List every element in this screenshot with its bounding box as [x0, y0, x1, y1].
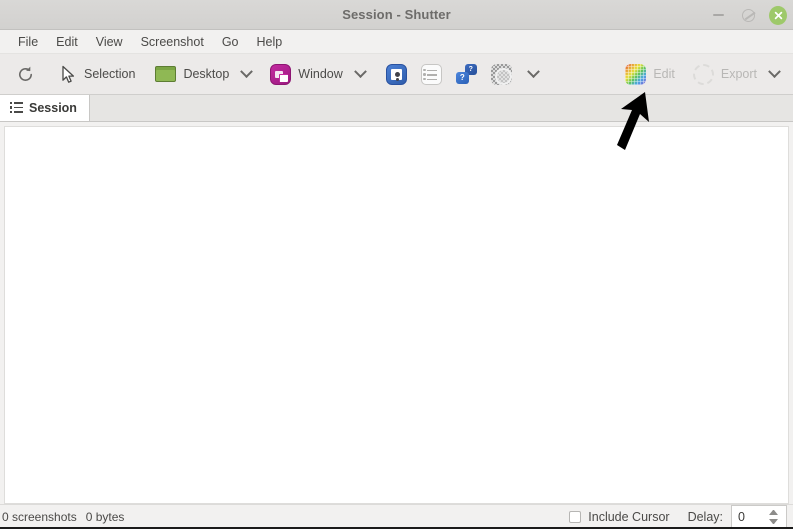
desktop-label: Desktop: [183, 67, 230, 81]
session-canvas-area: [0, 122, 793, 504]
toolbar: Selection Desktop Window ?? Edit Export: [0, 54, 793, 95]
desktop-dropdown-button[interactable]: [236, 64, 257, 83]
export-circle-icon: [692, 63, 714, 85]
maximize-button[interactable]: [739, 6, 757, 24]
redo-capture-button[interactable]: [484, 60, 519, 89]
menu-file[interactable]: File: [9, 33, 47, 51]
delay-decrement-icon[interactable]: [769, 519, 778, 524]
menu-help[interactable]: Help: [248, 33, 292, 51]
close-icon: [769, 5, 787, 25]
web-icon: [385, 63, 407, 85]
tooltip-capture-button[interactable]: ??: [449, 60, 484, 89]
tooltip-question-icon: ??: [455, 63, 477, 85]
status-bar: 0 screenshots 0 bytes Include Cursor Del…: [0, 504, 793, 529]
chevron-down-icon: [526, 64, 540, 78]
window-icon: [270, 63, 292, 85]
screenshot-list-canvas[interactable]: [4, 126, 789, 504]
delay-label: Delay:: [687, 510, 723, 524]
include-cursor-label[interactable]: Include Cursor: [588, 510, 669, 524]
window-label: Window: [298, 67, 343, 81]
include-cursor-checkbox[interactable]: [569, 511, 582, 523]
window-dropdown-button[interactable]: [350, 64, 371, 83]
edit-button[interactable]: Edit: [618, 60, 682, 89]
window-controls: [709, 0, 787, 30]
total-size: 0 bytes: [85, 510, 125, 524]
web-capture-button[interactable]: [379, 60, 414, 89]
delay-spinner-buttons: [769, 506, 782, 528]
window-title: Session - Shutter: [342, 7, 451, 22]
title-bar: Session - Shutter: [0, 0, 793, 30]
export-label: Export: [720, 67, 757, 81]
menu-bar: File Edit View Screenshot Go Help: [0, 30, 793, 54]
tab-session[interactable]: Session: [0, 94, 90, 121]
edit-palette-icon: [625, 63, 647, 85]
menu-screenshot[interactable]: Screenshot: [132, 33, 213, 51]
export-button[interactable]: Export: [686, 60, 764, 89]
toolbar-more-dropdown-button[interactable]: [523, 64, 544, 83]
refresh-button[interactable]: [8, 61, 43, 88]
window-button[interactable]: Window: [263, 60, 349, 89]
selection-button[interactable]: Selection: [53, 61, 142, 88]
tab-bar: Session: [0, 94, 793, 122]
menu-go[interactable]: Go: [213, 33, 248, 51]
menu-view[interactable]: View: [87, 33, 132, 51]
delay-spinner[interactable]: [731, 505, 787, 529]
menu-list-icon: [420, 63, 442, 85]
edit-label: Edit: [653, 67, 675, 81]
chevron-down-icon: [768, 64, 781, 78]
transparency-circle-icon: [490, 63, 512, 85]
chevron-down-icon: [240, 64, 254, 78]
desktop-button[interactable]: Desktop: [148, 62, 236, 86]
desktop-icon: [155, 66, 177, 82]
chevron-down-icon: [353, 64, 367, 78]
screenshot-count: 0 screenshots: [2, 510, 77, 524]
export-dropdown-button[interactable]: [764, 64, 785, 83]
delay-input[interactable]: [732, 506, 768, 528]
shutter-window: Session - Shutter File Edit View Screens…: [0, 0, 793, 529]
minimize-button[interactable]: [709, 6, 727, 24]
menu-capture-button[interactable]: [414, 60, 449, 89]
cursor-icon: [60, 65, 77, 84]
refresh-icon: [16, 65, 35, 84]
delay-increment-icon[interactable]: [769, 510, 778, 515]
menu-edit[interactable]: Edit: [47, 33, 87, 51]
session-list-icon: [10, 101, 23, 113]
selection-label: Selection: [84, 67, 136, 81]
tab-session-label: Session: [29, 100, 77, 115]
close-button[interactable]: [769, 5, 787, 25]
